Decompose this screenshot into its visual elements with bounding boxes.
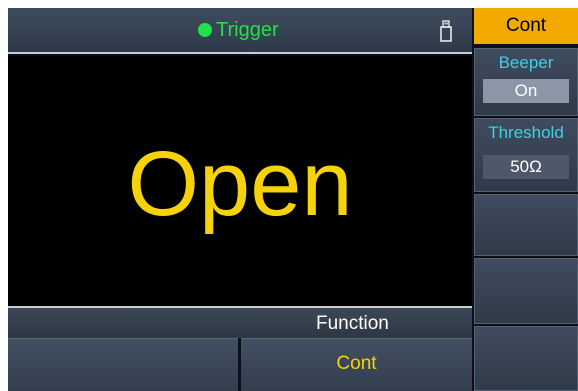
threshold-label: Threshold [488, 123, 564, 142]
usb-drive-icon [440, 20, 452, 42]
status-bar: Trigger [8, 8, 472, 54]
trigger-indicator-icon [198, 23, 212, 37]
menu-header-cont[interactable]: Cont [474, 8, 578, 44]
soft-key-cont[interactable]: Cont [241, 338, 472, 391]
side-menu: Cont Beeper On Threshold 50Ω [474, 8, 578, 391]
menu-item-empty-3[interactable] [474, 326, 578, 391]
beeper-value: On [483, 79, 569, 103]
menu-item-empty-2[interactable] [474, 258, 578, 324]
soft-key-row: Cont [8, 338, 472, 391]
main-display: Open [8, 56, 472, 306]
measurement-readout: Open [127, 133, 353, 235]
soft-key-2-label: Cont [336, 353, 377, 374]
instrument-screen: Trigger Open Function Cont Cont Beeper O… [8, 8, 578, 391]
function-bar: Function [8, 308, 472, 338]
menu-item-threshold[interactable]: Threshold 50Ω [474, 118, 578, 192]
threshold-value: 50Ω [483, 155, 569, 179]
function-label: Function [316, 313, 389, 334]
soft-key-1[interactable] [8, 338, 238, 391]
menu-item-beeper[interactable]: Beeper On [474, 48, 578, 116]
trigger-status: Trigger [198, 18, 279, 42]
status-title-text: Trigger [216, 19, 279, 41]
beeper-label: Beeper [498, 53, 554, 72]
menu-item-empty-1[interactable] [474, 194, 578, 256]
